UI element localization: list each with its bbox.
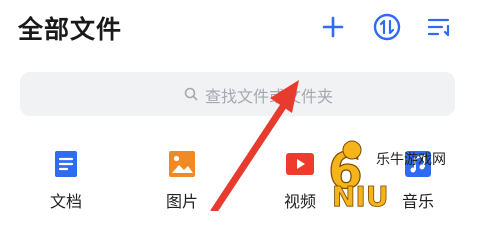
video-icon <box>286 153 314 175</box>
add-icon[interactable] <box>318 12 348 42</box>
category-documents[interactable]: 文档 <box>26 146 106 211</box>
watermark-text: 乐牛游戏网 <box>376 152 446 168</box>
search-icon <box>184 87 198 101</box>
document-icon <box>55 151 77 177</box>
sort-icon[interactable] <box>424 12 454 42</box>
page-title: 全部文件 <box>18 15 123 44</box>
watermark-logo: 6 NIU <box>327 140 389 211</box>
category-label: 文档 <box>49 192 82 211</box>
search-bar[interactable]: 查找文件或文件夹 <box>20 72 455 116</box>
image-icon <box>169 151 195 177</box>
category-images[interactable]: 图片 <box>142 146 222 211</box>
svg-text:NIU: NIU <box>332 180 389 211</box>
search-placeholder: 查找文件或文件夹 <box>205 87 334 106</box>
transfer-icon[interactable] <box>372 12 402 42</box>
category-label: 图片 <box>165 192 198 211</box>
